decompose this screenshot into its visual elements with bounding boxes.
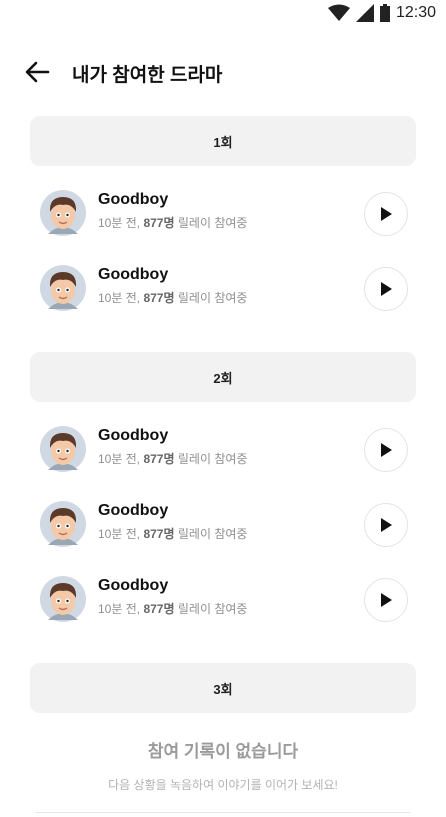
item-status: 릴레이 참여중: [177, 291, 248, 305]
arrow-left-icon: [25, 61, 50, 83]
item-time: 10분 전,: [98, 602, 141, 616]
participant-count: 877명: [143, 602, 175, 616]
play-icon: [381, 207, 392, 221]
item-time: 10분 전,: [98, 527, 141, 541]
list-item[interactable]: Goodboy 10분 전, 877명 릴레이 참여중: [30, 412, 416, 487]
participant-count: 877명: [143, 527, 175, 541]
item-meta: 10분 전, 877명 릴레이 참여중: [98, 600, 247, 617]
item-meta: 10분 전, 877명 릴레이 참여중: [98, 289, 247, 306]
battery-icon: [379, 4, 390, 22]
play-button[interactable]: [364, 267, 408, 311]
episode-header: 2회: [30, 352, 416, 402]
item-title: Goodboy: [98, 427, 169, 444]
wifi-icon: [327, 4, 350, 21]
back-button[interactable]: [24, 60, 50, 84]
episode-header: 1회: [30, 116, 416, 166]
page-title: 내가 참여한 드라마: [72, 65, 223, 86]
item-status: 릴레이 참여중: [177, 452, 248, 466]
play-icon: [381, 443, 392, 457]
avatar: [40, 190, 86, 236]
item-time: 10분 전,: [98, 216, 141, 230]
participant-count: 877명: [143, 216, 175, 230]
avatar: [40, 426, 86, 472]
play-button[interactable]: [364, 503, 408, 547]
list-item[interactable]: Goodboy 10분 전, 877명 릴레이 참여중: [30, 487, 416, 562]
play-button[interactable]: [364, 428, 408, 472]
play-icon: [381, 282, 392, 296]
list-item[interactable]: Goodboy 10분 전, 877명 릴레이 참여중: [30, 176, 416, 251]
avatar: [40, 501, 86, 547]
empty-state: 참여 기록이 없습니다 다음 상황을 녹음하여 이야기를 이어가 보세요!: [0, 737, 446, 793]
status-icons: 12:30: [327, 4, 436, 22]
list-item[interactable]: Goodboy 10분 전, 877명 릴레이 참여중: [30, 562, 416, 637]
item-title: Goodboy: [98, 266, 169, 283]
play-button[interactable]: [364, 192, 408, 236]
play-button[interactable]: [364, 578, 408, 622]
avatar: [40, 576, 86, 622]
signal-icon: [355, 4, 374, 22]
participant-count: 877명: [143, 291, 175, 305]
item-meta: 10분 전, 877명 릴레이 참여중: [98, 214, 247, 231]
item-meta: 10분 전, 877명 릴레이 참여중: [98, 525, 247, 542]
play-icon: [381, 593, 392, 607]
play-icon: [381, 518, 392, 532]
item-time: 10분 전,: [98, 452, 141, 466]
list-item[interactable]: Goodboy 10분 전, 877명 릴레이 참여중: [30, 251, 416, 326]
status-time: 12:30: [395, 4, 436, 21]
item-title: Goodboy: [98, 502, 169, 519]
divider: [36, 812, 410, 813]
status-bar: 12:30: [0, 0, 446, 30]
episode-header: 3회: [30, 663, 416, 713]
item-status: 릴레이 참여중: [177, 527, 248, 541]
episode-list: 1회 Goodboy 10분 전, 877명 릴레이 참여중 Goodboy 1…: [0, 116, 446, 793]
item-status: 릴레이 참여중: [177, 602, 248, 616]
avatar: [40, 265, 86, 311]
item-time: 10분 전,: [98, 291, 141, 305]
item-meta: 10분 전, 877명 릴레이 참여중: [98, 450, 247, 467]
empty-subtitle: 다음 상황을 녹음하여 이야기를 이어가 보세요!: [108, 778, 338, 792]
item-title: Goodboy: [98, 191, 169, 208]
empty-title: 참여 기록이 없습니다: [147, 742, 299, 761]
item-title: Goodboy: [98, 577, 169, 594]
item-status: 릴레이 참여중: [177, 216, 248, 230]
app-bar: 내가 참여한 드라마: [0, 52, 446, 92]
participant-count: 877명: [143, 452, 175, 466]
